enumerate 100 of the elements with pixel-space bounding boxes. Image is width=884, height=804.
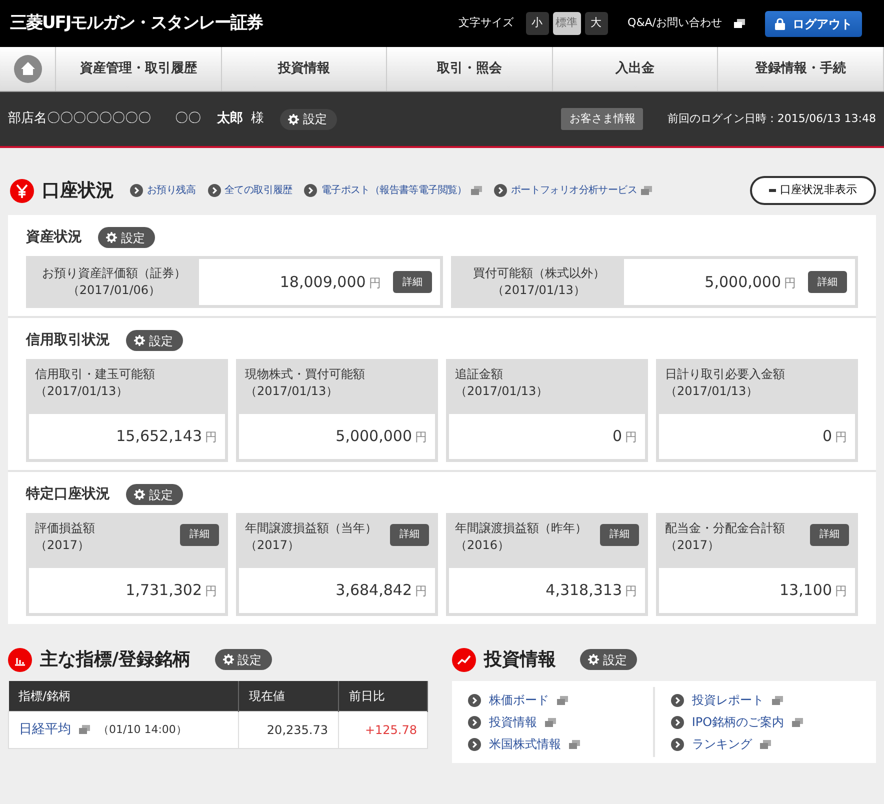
- card-date: （2017）: [665, 537, 721, 554]
- currency-unit: 円: [415, 428, 427, 446]
- settings-button[interactable]: 設定: [280, 108, 337, 130]
- card-label: お預り資産評価額（証券）: [41, 265, 187, 282]
- gear-icon: [288, 114, 299, 124]
- card-date: （2016）: [455, 537, 511, 554]
- font-size-label: 文字サイズ: [458, 15, 514, 32]
- gear-icon: [106, 232, 117, 243]
- minus-icon: [769, 189, 776, 192]
- card-label: 日計り取引必要入金額: [665, 366, 785, 383]
- card-label: 現物株式・買付可能額: [245, 366, 365, 383]
- card-label: 評価損益額: [35, 520, 95, 537]
- column-header: 現在値: [238, 681, 338, 712]
- window-icon: [569, 740, 580, 748]
- hide-toggle-button[interactable]: 口座状況非表示: [750, 176, 876, 205]
- nav-tab[interactable]: 登録情報・手続: [718, 47, 884, 91]
- currency-unit: 円: [205, 582, 217, 600]
- bar-chart-icon: [8, 648, 32, 672]
- currency-unit: 円: [835, 428, 847, 446]
- amount: 1,731,302: [126, 580, 202, 602]
- font-size-button[interactable]: 小: [526, 12, 549, 35]
- chevron-circle-icon: [208, 184, 221, 197]
- chevron-circle-icon: [670, 694, 684, 706]
- customer-info-button[interactable]: お客さま情報: [561, 108, 644, 130]
- settings-button[interactable]: 設定: [126, 330, 183, 351]
- info-link[interactable]: 投資情報: [489, 713, 537, 731]
- settings-button[interactable]: 設定: [214, 649, 272, 670]
- amount: 3,684,842: [336, 580, 412, 602]
- logo-text: 三菱UFJモルガン・スタンレー証券: [10, 12, 263, 35]
- chevron-circle-icon: [130, 184, 143, 197]
- account-link[interactable]: 電子ポスト（報告書等電子閲覧）: [321, 183, 467, 198]
- chevron-circle-icon: [468, 716, 481, 728]
- detail-button[interactable]: 詳細: [600, 524, 639, 546]
- index-link[interactable]: 日経平均: [19, 720, 71, 740]
- detail-button[interactable]: 詳細: [392, 271, 432, 293]
- font-size-button[interactable]: 大: [584, 12, 608, 35]
- amount: 18,009,000: [280, 272, 366, 291]
- amount: 4,318,313: [546, 580, 622, 602]
- subsection-title: 信用取引状況: [26, 331, 110, 350]
- card-date: （2017/01/13）: [35, 383, 130, 400]
- lock-icon: [774, 18, 784, 30]
- card-label: 追証金額: [455, 366, 504, 383]
- card-label: 信用取引・建玉可能額: [35, 366, 155, 383]
- info-link[interactable]: 投資レポート: [692, 691, 764, 709]
- settings-button[interactable]: 設定: [98, 227, 155, 248]
- settings-button[interactable]: 設定: [126, 484, 183, 505]
- help-link[interactable]: Q&A/お問い合わせ: [628, 15, 722, 32]
- gear-icon: [134, 489, 145, 500]
- info-link[interactable]: IPO銘柄のご案内: [692, 713, 784, 731]
- yen-icon: [10, 178, 34, 202]
- info-link[interactable]: 株価ボード: [489, 691, 549, 709]
- window-icon: [545, 718, 556, 726]
- subsection-title: 資産状況: [26, 228, 82, 247]
- chevron-circle-icon: [670, 716, 684, 728]
- window-icon: [772, 696, 783, 704]
- currency-unit: 円: [205, 428, 217, 446]
- detail-button[interactable]: 詳細: [808, 271, 848, 293]
- family-name: 〇〇: [175, 110, 201, 128]
- account-link[interactable]: お預り残高: [147, 183, 196, 198]
- card-label: 年間譲渡損益額（当年）: [245, 520, 377, 537]
- account-link[interactable]: ポートフォリオ分析サービス: [510, 183, 638, 198]
- home-icon[interactable]: [14, 55, 42, 83]
- settings-button[interactable]: 設定: [580, 649, 637, 670]
- logout-button[interactable]: ログアウト: [765, 10, 862, 36]
- given-name: 太郎: [217, 110, 243, 128]
- detail-button[interactable]: 詳細: [390, 524, 429, 546]
- card-label: 買付可能額（株式以外）: [472, 265, 606, 282]
- detail-button[interactable]: 詳細: [810, 524, 849, 546]
- chevron-circle-icon: [494, 184, 507, 197]
- card-date: （2017）: [245, 537, 301, 554]
- detail-button[interactable]: 詳細: [180, 524, 219, 546]
- card-label: 年間譲渡損益額（昨年）: [455, 520, 587, 537]
- account-link[interactable]: 全ての取引履歴: [224, 183, 292, 198]
- chevron-circle-icon: [468, 694, 481, 706]
- amount: 0: [822, 426, 832, 448]
- font-size-button[interactable]: 標準: [552, 12, 581, 35]
- column-header: 指標/銘柄: [8, 681, 238, 712]
- nav-tab[interactable]: 取引・照会: [387, 47, 553, 91]
- nav-tab[interactable]: 資産管理・取引履歴: [56, 47, 222, 91]
- currency-unit: 円: [835, 582, 847, 600]
- chevron-circle-icon: [670, 738, 684, 750]
- gear-icon: [134, 335, 145, 346]
- card-date: （2017/01/13）: [455, 383, 548, 400]
- card-label: 配当金・分配金合計額: [665, 520, 785, 537]
- chevron-circle-icon: [304, 184, 318, 197]
- currency-unit: 円: [625, 582, 637, 600]
- honorific: 様: [251, 110, 264, 128]
- nav-tab[interactable]: 入出金: [552, 47, 718, 91]
- info-link[interactable]: 米国株式情報: [489, 735, 561, 753]
- chevron-circle-icon: [468, 738, 481, 750]
- card-date: （2017/01/13）: [665, 383, 760, 400]
- card-date: （2017/01/06）: [66, 282, 162, 299]
- amount: 5,000,000: [336, 426, 412, 448]
- table-cell: +125.78: [338, 712, 428, 748]
- currency-unit: 円: [415, 582, 427, 600]
- nav-tab[interactable]: 投資情報: [222, 47, 388, 91]
- currency-unit: 円: [368, 276, 381, 290]
- amount: 15,652,143: [116, 426, 202, 448]
- info-link[interactable]: ランキング: [692, 735, 752, 753]
- last-login: 前回のログイン日時：2015/06/13 13:48: [667, 110, 876, 127]
